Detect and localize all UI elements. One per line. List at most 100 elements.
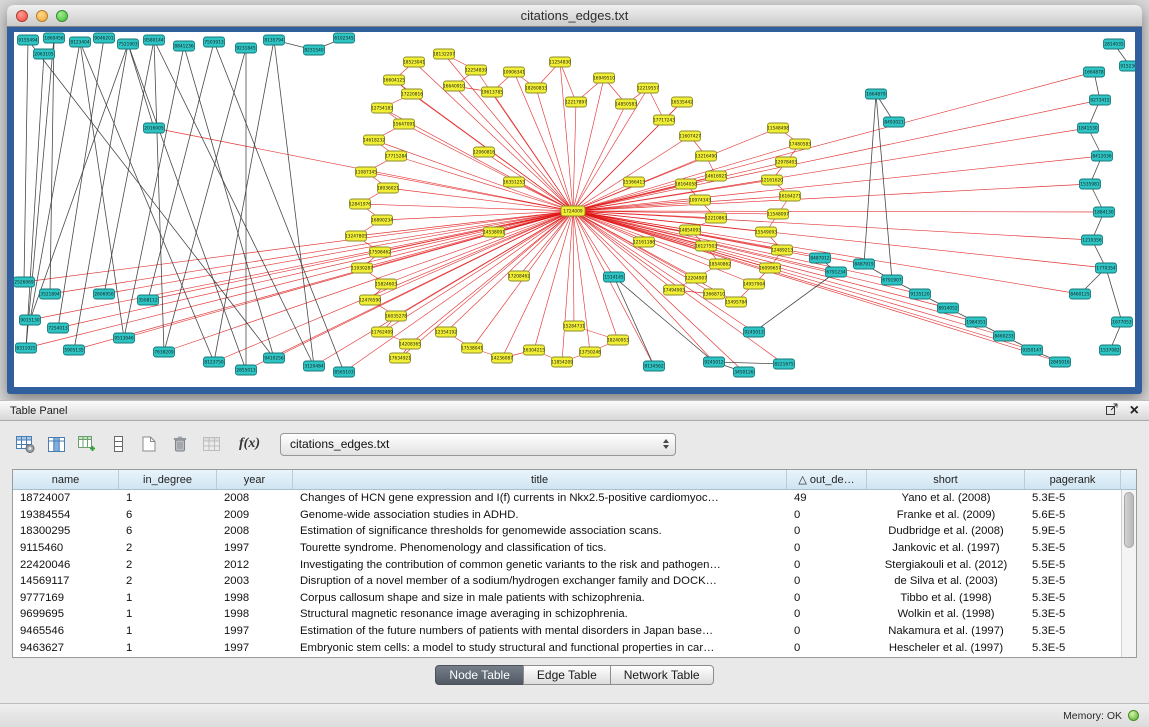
show-hide-columns-button[interactable] — [43, 431, 69, 457]
tab-network-table[interactable]: Network Table — [610, 665, 714, 685]
column-header-title[interactable]: title — [293, 470, 787, 489]
create-table-button[interactable] — [136, 431, 162, 457]
network-window-titlebar[interactable]: citations_edges.txt — [7, 5, 1142, 27]
graph-node-label: 6791234 — [826, 270, 845, 276]
graph-node-label: 6791907 — [882, 278, 901, 284]
function-builder-button[interactable]: f(x) — [239, 436, 260, 452]
graph-node-label: 8135794 — [264, 38, 283, 44]
graph-edge — [58, 38, 104, 328]
graph-node-label: 17538041 — [461, 346, 483, 352]
close-window-button[interactable] — [16, 10, 28, 22]
graph-edge — [388, 188, 573, 211]
column-header-name[interactable]: name — [13, 470, 119, 489]
create-column-icon — [78, 436, 96, 452]
cell-short: Hescheler et al. (1997) — [867, 642, 1025, 654]
graph-node-label: 11607427 — [679, 134, 701, 140]
graph-node-label: 17208462 — [508, 274, 530, 280]
graph-node-label: 12978403 — [775, 160, 797, 166]
column-header-pagerank[interactable]: pagerank — [1025, 470, 1121, 489]
graph-edge — [560, 62, 576, 102]
graph-node-label: 9245013 — [744, 330, 763, 336]
column-header-short[interactable]: short — [867, 470, 1025, 489]
graph-node-label: 14618232 — [363, 138, 385, 144]
cell-name: 9699695 — [13, 608, 119, 620]
graph-node-label: 16640910 — [443, 84, 465, 90]
graph-node-label: 16099657 — [759, 266, 781, 272]
table-row[interactable]: 969969511998Structural magnetic resonanc… — [13, 606, 1121, 623]
tab-edge-table[interactable]: Edge Table — [523, 665, 611, 685]
graph-node-label: 2606950 — [94, 292, 113, 298]
graph-node-label: 2845016 — [1050, 360, 1069, 366]
float-panel-icon[interactable] — [1106, 403, 1118, 418]
zoom-window-button[interactable] — [56, 10, 68, 22]
graph-edge — [128, 44, 246, 370]
minimize-window-button[interactable] — [36, 10, 48, 22]
graph-node-label: 14854093 — [679, 228, 701, 234]
graph-node-label: 3120484 — [304, 364, 323, 370]
table-row[interactable]: 911546021997Tourette syndrome. Phenomeno… — [13, 540, 1121, 557]
table-options-button[interactable] — [12, 431, 38, 457]
graph-node-label: 8914052 — [938, 306, 957, 312]
cell-name: 9465546 — [13, 625, 119, 637]
cell-out_degree: 0 — [787, 575, 867, 587]
graph-node-label: 8123750 — [204, 360, 223, 366]
graph-node-label: 11548498 — [767, 126, 789, 132]
graph-edge — [492, 92, 573, 211]
close-panel-icon[interactable]: × — [1130, 403, 1139, 419]
scrollbar-thumb[interactable] — [1124, 492, 1134, 548]
delete-table-icon — [173, 436, 187, 452]
cell-pagerank: 5.3E-5 — [1025, 492, 1121, 504]
graph-edge — [1106, 268, 1122, 322]
table-row[interactable]: 1938455462009Genome-wide association stu… — [13, 507, 1121, 524]
column-header-out_degree[interactable]: △ out_de… — [787, 470, 867, 489]
graph-node-label: 16035278 — [385, 314, 407, 320]
import-table-button[interactable] — [198, 431, 224, 457]
table-row[interactable]: 2242004622012Investigating the contribut… — [13, 556, 1121, 573]
cell-year: 1997 — [217, 542, 293, 554]
table-row[interactable]: 1830029562008Estimation of significance … — [13, 523, 1121, 540]
import-table-icon — [203, 437, 220, 452]
tab-node-table[interactable]: Node Table — [435, 665, 524, 685]
graph-edge — [184, 46, 274, 358]
table-row[interactable]: 946362711997Embryonic stem cells: a mode… — [13, 639, 1121, 656]
column-header-year[interactable]: year — [217, 470, 293, 489]
cell-in_degree: 2 — [119, 542, 217, 554]
graph-node-label: 13668710 — [703, 292, 725, 298]
graph-node-label: 9580144 — [144, 38, 163, 44]
table-row[interactable]: 946554611997Estimation of the future num… — [13, 623, 1121, 640]
graph-node-label: 16351253 — [503, 180, 525, 186]
cell-short: Yano et al. (2008) — [867, 492, 1025, 504]
dropdown-arrows-icon — [663, 434, 669, 455]
table-row[interactable]: 977716911998Corpus callosum shape and si… — [13, 590, 1121, 607]
graph-node-label: 12060816 — [473, 150, 495, 156]
cell-short: Tibbo et al. (1998) — [867, 592, 1025, 604]
table-tabs: Node TableEdge TableNetwork Table — [12, 663, 1137, 687]
delete-table-button[interactable] — [167, 431, 193, 457]
graph-node-label: 12204907 — [685, 276, 707, 282]
cell-pagerank: 5.3E-5 — [1025, 592, 1121, 604]
cell-name: 14569117 — [13, 575, 119, 587]
graph-node-label: 16949510 — [593, 76, 615, 82]
cell-short: Franke et al. (2009) — [867, 509, 1025, 521]
table-select-dropdown[interactable]: citations_edges.txt — [280, 433, 676, 456]
network-canvas[interactable]: 1852304116604125172208161275418315647091… — [14, 32, 1135, 387]
column-layout-button[interactable] — [105, 431, 131, 457]
graph-node-label: 17717243 — [653, 118, 675, 124]
graph-node-label: 8311025 — [16, 346, 35, 352]
table-row[interactable]: 1456911722003Disruption of a novel membe… — [13, 573, 1121, 590]
graph-node-label: 6102345 — [334, 36, 353, 42]
cell-name: 9463627 — [13, 642, 119, 654]
graph-node-label: 13750246 — [579, 350, 601, 356]
graph-edge — [864, 94, 876, 264]
graph-node-label: 17220816 — [401, 92, 423, 98]
cell-out_degree: 0 — [787, 542, 867, 554]
graph-node-label: 1724009 — [563, 209, 582, 215]
table-scrollbar[interactable] — [1121, 490, 1136, 657]
table-row[interactable]: 1872400712008Changes of HCN gene express… — [13, 490, 1121, 507]
column-header-in_degree[interactable]: in_degree — [119, 470, 217, 489]
create-column-button[interactable] — [74, 431, 100, 457]
graph-node-label: 11548097 — [767, 212, 789, 218]
table-select-value: citations_edges.txt — [290, 437, 389, 451]
graph-node-label: 2063105 — [34, 52, 53, 58]
cell-title: Estimation of significance thresholds fo… — [293, 525, 787, 537]
